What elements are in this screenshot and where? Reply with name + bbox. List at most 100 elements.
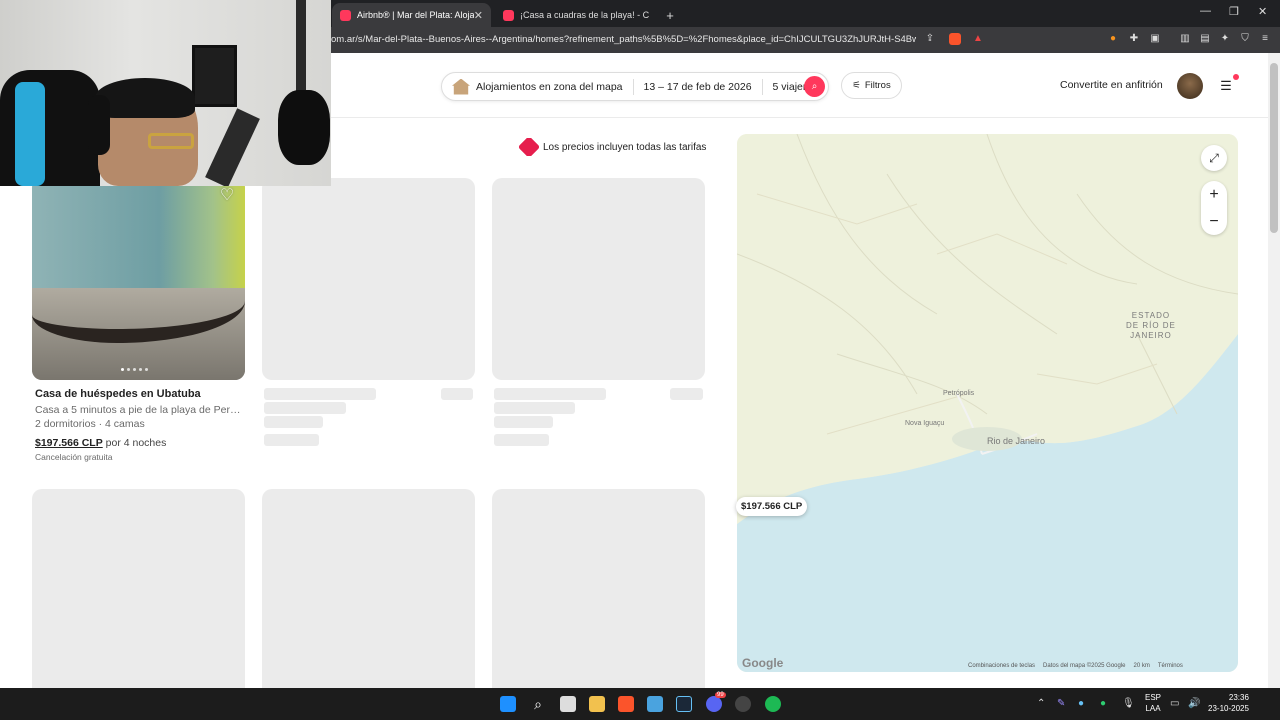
- become-host-link[interactable]: Convertite en anfitrión: [1060, 79, 1163, 91]
- webcam-hair: [95, 78, 195, 118]
- webcam-guitar-neck: [296, 0, 306, 100]
- state-label-line: ESTADO: [1131, 311, 1171, 320]
- carousel-dot: [139, 368, 142, 371]
- filters-label: Filtros: [864, 80, 891, 91]
- price-value[interactable]: $197.566 CLP: [35, 437, 103, 449]
- webcam-guitar: [278, 90, 330, 165]
- share-icon[interactable]: ⇪: [924, 33, 936, 45]
- tab-airbnb-mar-del-plata[interactable]: Airbnb® | Mar del Plata: Alojam ✕: [332, 3, 491, 27]
- search-location[interactable]: Alojamientos en zona del mapa: [442, 78, 633, 95]
- page-scrollbar[interactable]: [1268, 53, 1280, 688]
- map-state-label: ESTADO DE RÍO DE JANEIRO: [1126, 311, 1176, 341]
- carousel-dot: [145, 368, 148, 371]
- tab-title: ¡Casa a cuadras de la playa! - Casas e: [520, 10, 649, 20]
- clock-time: 23:36: [1228, 693, 1249, 702]
- skeleton-line: [264, 388, 376, 400]
- filters-icon: ⚟: [852, 80, 861, 91]
- steam-icon[interactable]: [676, 696, 692, 712]
- listing-description: Casa a 5 minutos a pie de la playa de Pe…: [35, 404, 243, 416]
- menu-icon[interactable]: ≡: [1259, 33, 1271, 45]
- carousel-dot: [133, 368, 136, 371]
- brave-browser-icon[interactable]: [618, 696, 634, 712]
- search-icon: ⌕: [811, 81, 818, 92]
- minimize-icon[interactable]: —: [1200, 5, 1211, 17]
- search-dates[interactable]: 13 – 17 de feb de 2026: [634, 81, 762, 93]
- brave-rewards-icon[interactable]: ▲: [972, 33, 984, 45]
- tab-casa-a-cuadras[interactable]: ¡Casa a cuadras de la playa! - Casas e: [495, 3, 657, 27]
- notification-dot: [1233, 74, 1239, 80]
- heart-icon[interactable]: ♡: [218, 187, 236, 205]
- volume-icon[interactable]: 🔊: [1188, 698, 1200, 709]
- map-terrain: [737, 134, 1238, 672]
- zoom-in-button[interactable]: +: [1201, 181, 1227, 208]
- map[interactable]: [737, 134, 1238, 672]
- skeleton-card-image: [32, 489, 245, 688]
- skeleton-line: [670, 388, 703, 400]
- listing-rooms: 2 dormitorios · 4 camas: [35, 418, 145, 430]
- house-icon: [452, 78, 470, 95]
- price-note: Los precios incluyen todas las tarifas: [521, 139, 706, 155]
- avatar[interactable]: [1177, 73, 1203, 99]
- filters-button[interactable]: ⚟ Filtros: [841, 72, 902, 99]
- photos-icon[interactable]: [647, 696, 663, 712]
- input-language[interactable]: ESP LAA: [1145, 692, 1161, 714]
- taskbar-search-icon[interactable]: ⌕: [530, 696, 546, 712]
- skeleton-line: [441, 388, 473, 400]
- google-logo: Google: [742, 656, 784, 670]
- wallet-icon[interactable]: ▤: [1199, 33, 1211, 45]
- network-icon[interactable]: ▭: [1170, 698, 1179, 709]
- map-price-pin[interactable]: $197.566 CLP: [736, 497, 808, 516]
- url-field[interactable]: om.ar/s/Mar-del-Plata--Buenos-Aires--Arg…: [331, 34, 916, 45]
- tray-status-icon[interactable]: ●: [1100, 698, 1106, 709]
- webcam-headphones: [88, 95, 110, 155]
- keyboard-shortcuts-link[interactable]: Combinaciones de teclas: [968, 663, 1035, 669]
- brave-shields-icon[interactable]: [949, 33, 961, 45]
- listing-title[interactable]: Casa de huéspedes en Ubatuba: [35, 388, 201, 400]
- webcam-overlay: [0, 0, 331, 186]
- webcam-chair-accent: [15, 82, 45, 186]
- price-suffix: por 4 noches: [105, 437, 167, 449]
- windows-start-icon[interactable]: [500, 696, 516, 712]
- map-footer: Combinaciones de teclas Datos del mapa ©…: [968, 663, 1183, 669]
- sidebar-icon[interactable]: ▥: [1179, 33, 1191, 45]
- zoom-out-button[interactable]: −: [1201, 208, 1227, 235]
- tray-chevron-icon[interactable]: ⌃: [1037, 698, 1045, 709]
- search-button[interactable]: ⌕: [804, 76, 825, 97]
- extension-icon[interactable]: ●: [1107, 33, 1119, 45]
- map-city-petropolis: Petrópolis: [943, 390, 975, 397]
- restore-icon[interactable]: ❐: [1229, 5, 1239, 18]
- clock-date: 23-10-2025: [1208, 704, 1249, 713]
- close-window-icon[interactable]: ✕: [1258, 5, 1267, 18]
- webcam-poster: [192, 45, 237, 107]
- listing-photo[interactable]: [32, 178, 245, 380]
- new-tab-button[interactable]: +: [661, 3, 679, 27]
- airbnb-favicon-icon: [340, 9, 351, 21]
- skeleton-line: [494, 434, 549, 446]
- spotify-icon[interactable]: [765, 696, 781, 712]
- microphone-icon[interactable]: 🎙: [1122, 698, 1135, 709]
- webcam-glasses: [148, 133, 194, 149]
- map-city-rio: Rio de Janeiro: [987, 436, 1046, 446]
- screenshot-icon[interactable]: ▣: [1149, 33, 1161, 45]
- skeleton-line: [264, 434, 319, 446]
- tray-steam-icon[interactable]: ●: [1078, 698, 1084, 709]
- taskbar: [0, 688, 1280, 720]
- skeleton-line: [494, 402, 575, 414]
- expand-map-icon[interactable]: ⤢: [1201, 145, 1227, 171]
- state-label-line: DE RÍO DE: [1126, 321, 1176, 330]
- search-bar[interactable]: Alojamientos en zona del mapa 13 – 17 de…: [441, 72, 829, 101]
- file-explorer-icon[interactable]: [589, 696, 605, 712]
- skeleton-line: [264, 402, 346, 414]
- leo-ai-icon[interactable]: ✦: [1219, 33, 1231, 45]
- zoom-controls: + −: [1201, 181, 1227, 235]
- extensions-puzzle-icon[interactable]: ✚: [1128, 33, 1140, 45]
- vpn-icon[interactable]: ⛉: [1239, 33, 1251, 45]
- obs-icon[interactable]: [735, 696, 751, 712]
- clock[interactable]: 23:36 23-10-2025: [1208, 692, 1249, 714]
- scrollbar-thumb[interactable]: [1270, 63, 1278, 233]
- discord-icon[interactable]: [706, 696, 722, 712]
- task-view-icon[interactable]: [560, 696, 576, 712]
- tray-app-icon[interactable]: ✎: [1057, 698, 1065, 709]
- close-tab-icon[interactable]: ✕: [474, 9, 483, 22]
- terms-link[interactable]: Términos: [1158, 663, 1183, 669]
